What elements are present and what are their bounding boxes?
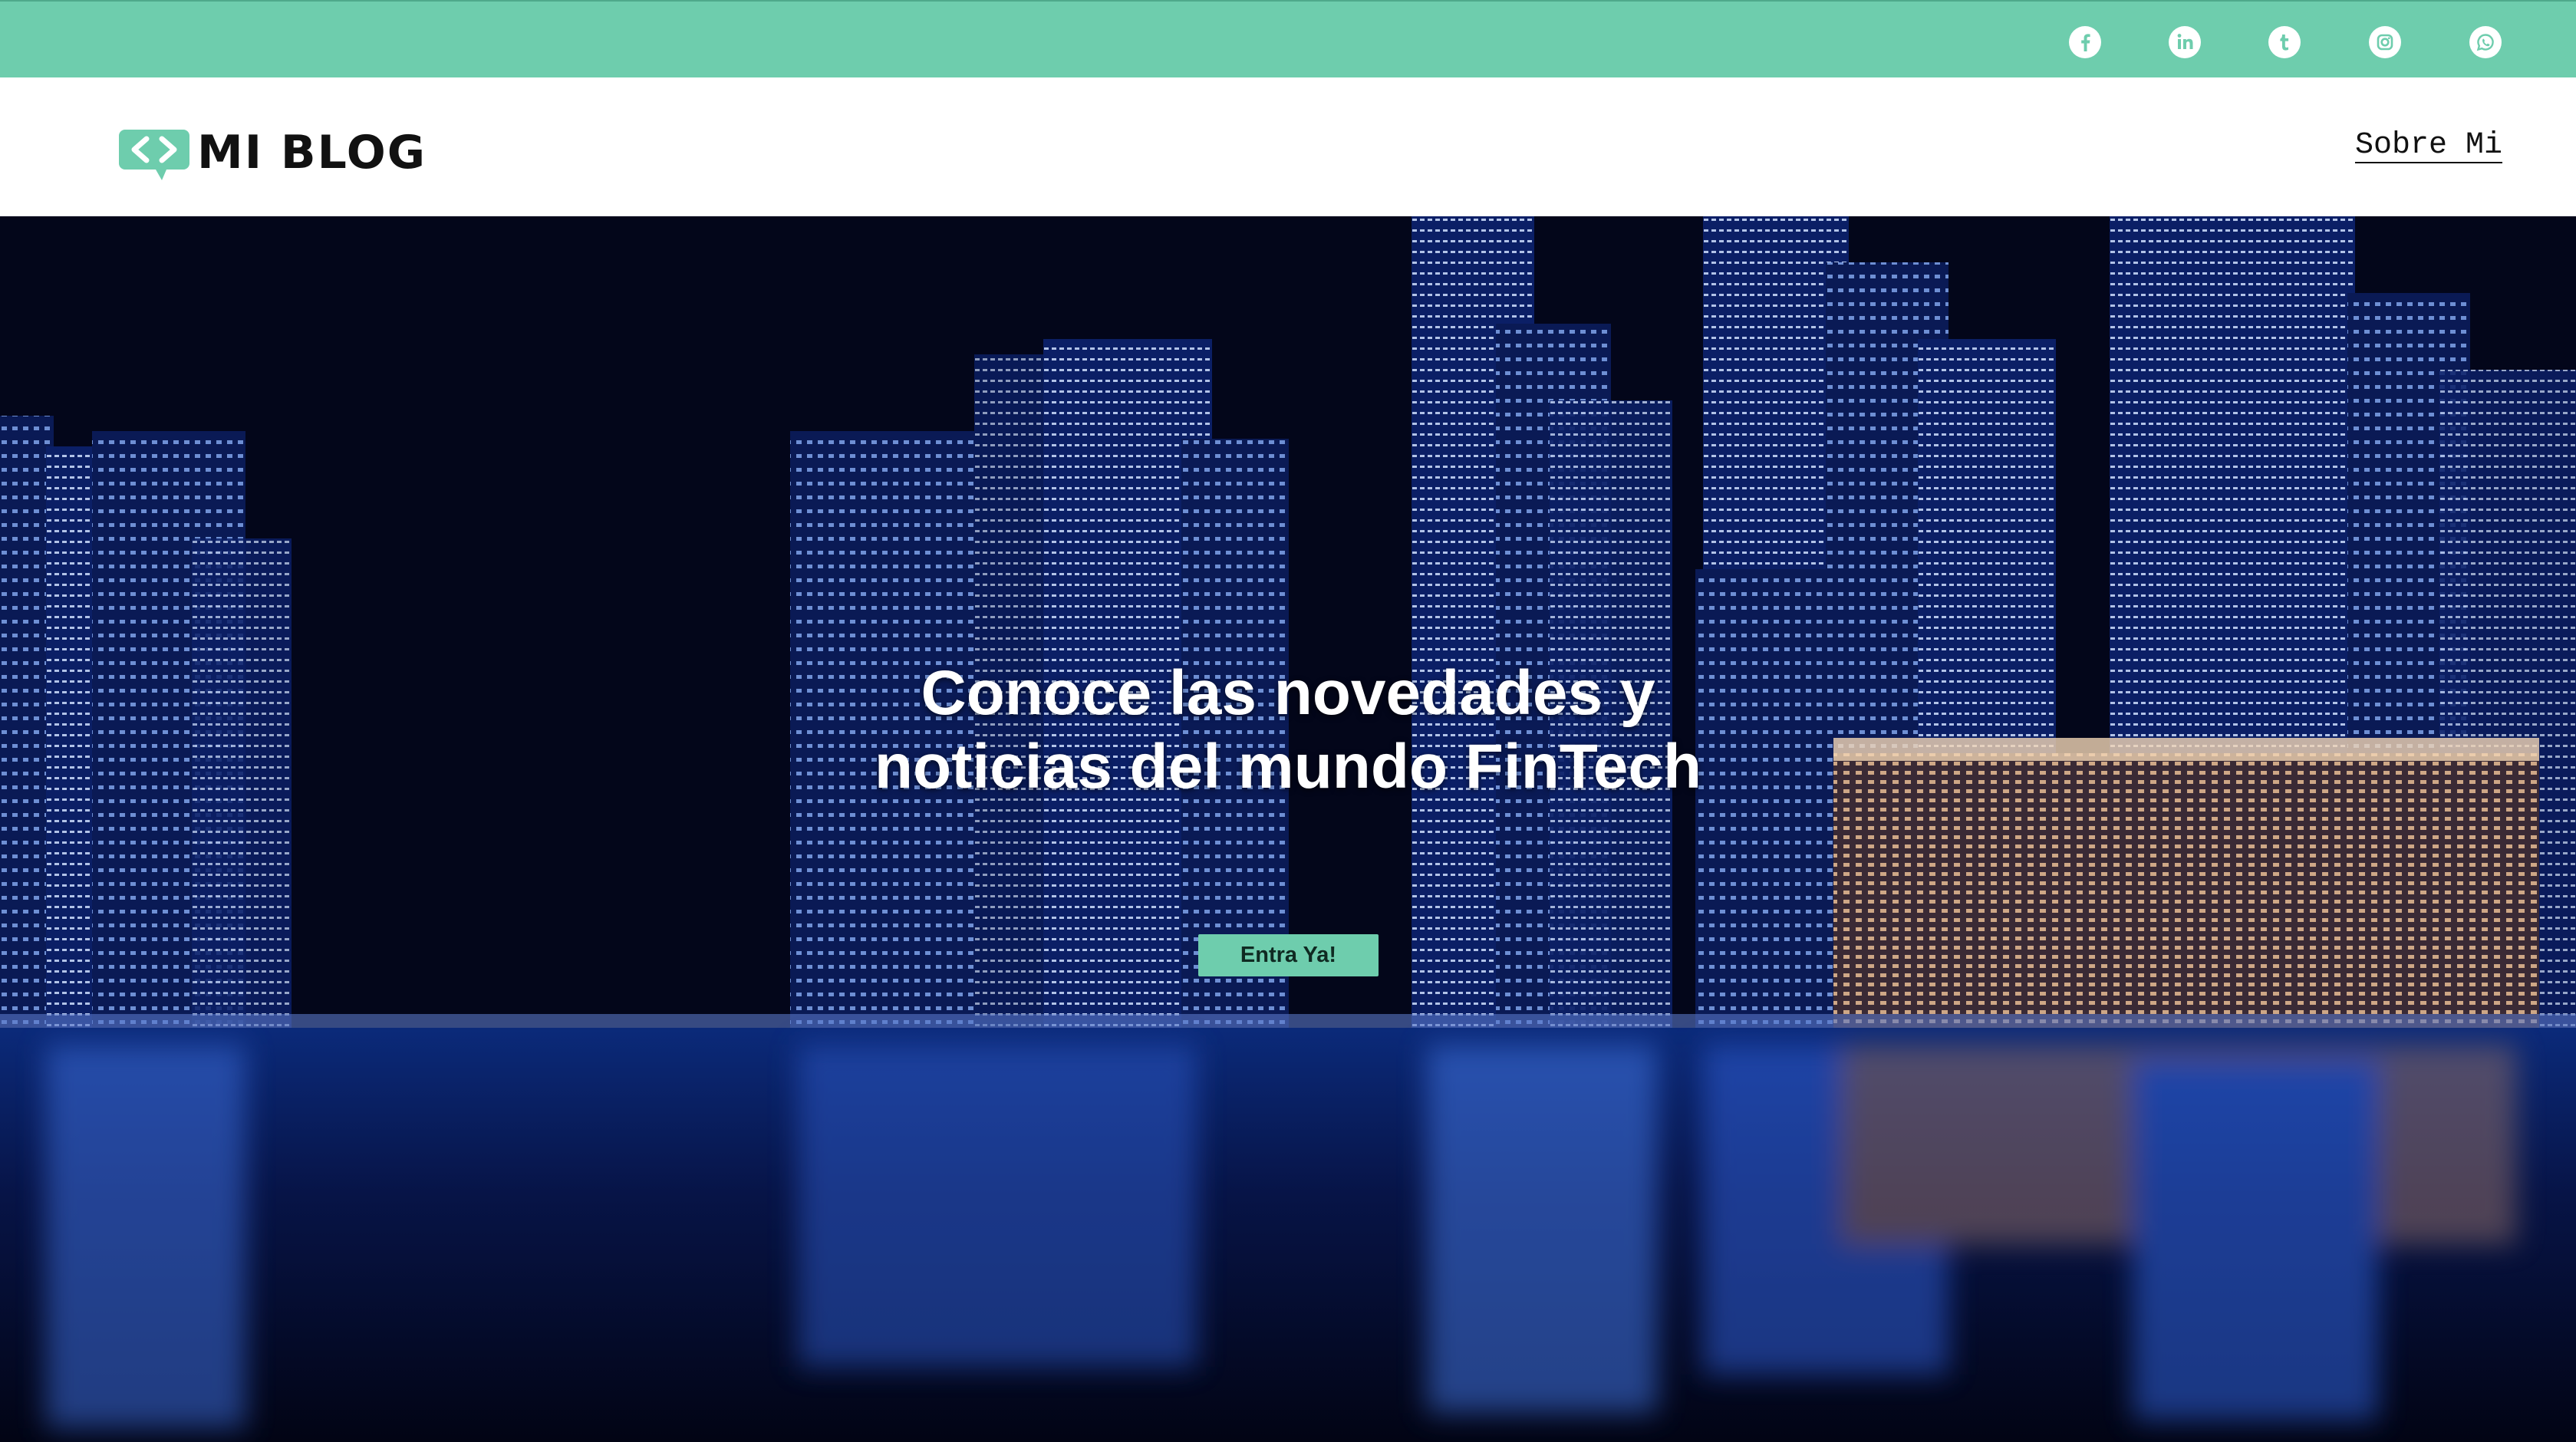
code-bubble-logo-icon <box>119 130 189 180</box>
nav-link-sobre-mi[interactable]: Sobre Mi <box>2355 128 2502 163</box>
hero-title: Conoce las novedades y noticias del mund… <box>874 658 1702 802</box>
site-header: MI BLOG Sobre Mi <box>0 77 2576 216</box>
logo-text: MI BLOG <box>197 126 427 179</box>
social-top-bar <box>0 0 2576 77</box>
instagram-icon[interactable] <box>2369 26 2401 58</box>
city-skyline-background-image <box>0 216 2576 1442</box>
whatsapp-icon[interactable] <box>2469 26 2502 58</box>
tumblr-icon[interactable] <box>2268 26 2301 58</box>
entra-ya-button[interactable]: Entra Ya! <box>1198 934 1379 976</box>
hero-section: Conoce las novedades y noticias del mund… <box>0 216 2576 1442</box>
linkedin-icon[interactable] <box>2169 26 2201 58</box>
facebook-icon[interactable] <box>2069 26 2101 58</box>
